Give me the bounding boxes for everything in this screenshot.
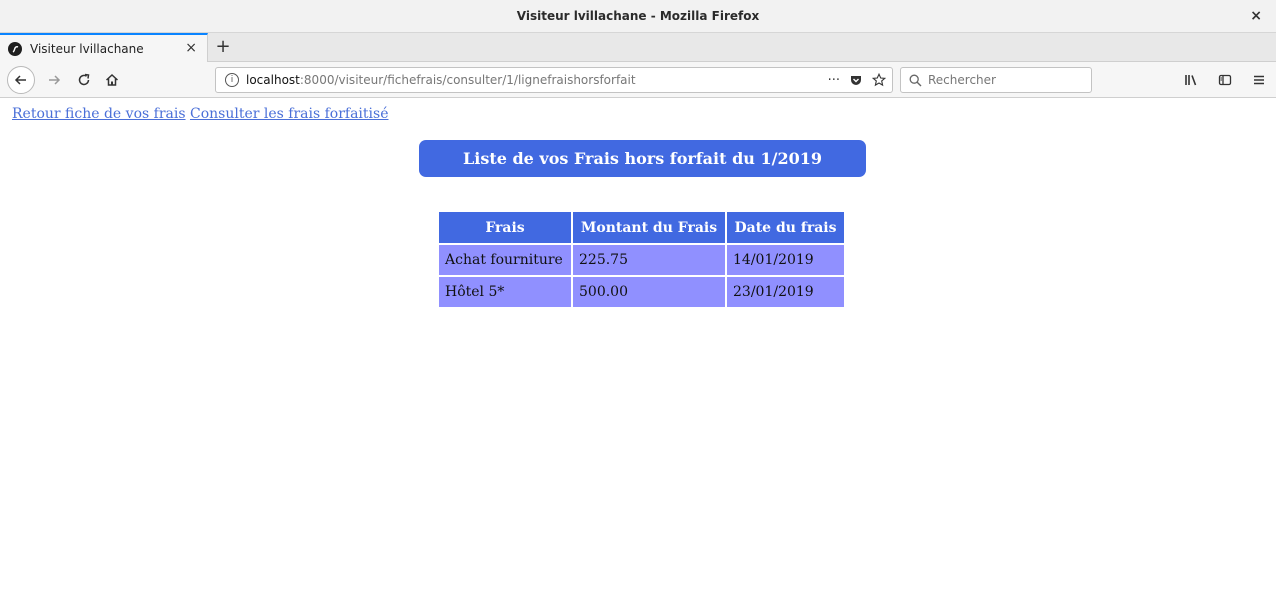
table-header-row: Frais Montant du Frais Date du frais [439,212,844,243]
search-input[interactable] [928,73,1078,87]
library-button[interactable] [1174,67,1208,93]
window-titlebar: Visiteur lvillachane - Mozilla Firefox × [0,0,1276,33]
hamburger-menu-icon [1254,75,1264,85]
cell-frais: Achat fourniture [439,245,571,275]
frais-table: Frais Montant du Frais Date du frais Ach… [437,210,846,309]
toolbar-right [1174,67,1276,93]
back-to-fiche-link[interactable]: Retour fiche de vos frais [12,106,186,122]
navigation-toolbar: i localhost :8000/visiteur/fichefrais/co… [0,62,1276,98]
window-close-button[interactable]: × [1250,8,1262,24]
pocket-icon[interactable] [849,73,863,87]
sidebar-icon [1218,74,1232,86]
sidebar-button[interactable] [1208,67,1242,93]
cell-montant: 500.00 [573,277,725,307]
url-path: :8000/visiteur/fichefrais/consulter/1/li… [299,73,636,87]
cell-date: 23/01/2019 [727,277,844,307]
cell-date: 14/01/2019 [727,245,844,275]
url-actions: ··· [828,68,886,92]
tab-close-icon[interactable]: × [185,40,197,56]
cell-montant: 225.75 [573,245,725,275]
tab-label: Visiteur lvillachane [30,41,144,56]
home-button[interactable] [100,67,124,93]
back-button[interactable] [7,66,35,94]
page-links: Retour fiche de vos frais Consulter les … [12,106,389,122]
new-tab-button[interactable]: + [213,35,233,57]
tab-strip: Visiteur lvillachane × + [0,33,1276,62]
tab-visiteur[interactable]: Visiteur lvillachane × [0,33,208,62]
bookmark-star-icon[interactable] [872,73,886,87]
forward-button[interactable] [42,67,66,93]
column-header-montant: Montant du Frais [573,212,725,243]
table-row: Achat fourniture 225.75 14/01/2019 [439,245,844,275]
page-actions-icon[interactable]: ··· [828,73,840,88]
page-title: Liste de vos Frais hors forfait du 1/201… [419,140,866,177]
url-bar[interactable]: i localhost :8000/visiteur/fichefrais/co… [215,67,893,93]
url-host: localhost [246,73,300,87]
cell-frais: Hôtel 5* [439,277,571,307]
table-row: Hôtel 5* 500.00 23/01/2019 [439,277,844,307]
site-info-icon[interactable]: i [225,73,239,87]
arrow-right-icon [49,75,61,85]
reload-button[interactable] [72,67,96,93]
column-header-date: Date du frais [727,212,844,243]
search-bar[interactable] [900,67,1092,93]
site-favicon-icon [8,41,22,56]
reload-icon [78,73,90,86]
arrow-left-icon [14,75,26,85]
window-title: Visiteur lvillachane - Mozilla Firefox [516,9,760,23]
search-icon [909,74,922,86]
column-header-frais: Frais [439,212,571,243]
consult-forfait-link[interactable]: Consulter les frais forfaitisé [190,106,389,122]
page-content: Retour fiche de vos frais Consulter les … [0,99,1276,611]
home-icon [105,73,119,86]
library-icon [1185,75,1197,86]
menu-button[interactable] [1242,67,1276,93]
